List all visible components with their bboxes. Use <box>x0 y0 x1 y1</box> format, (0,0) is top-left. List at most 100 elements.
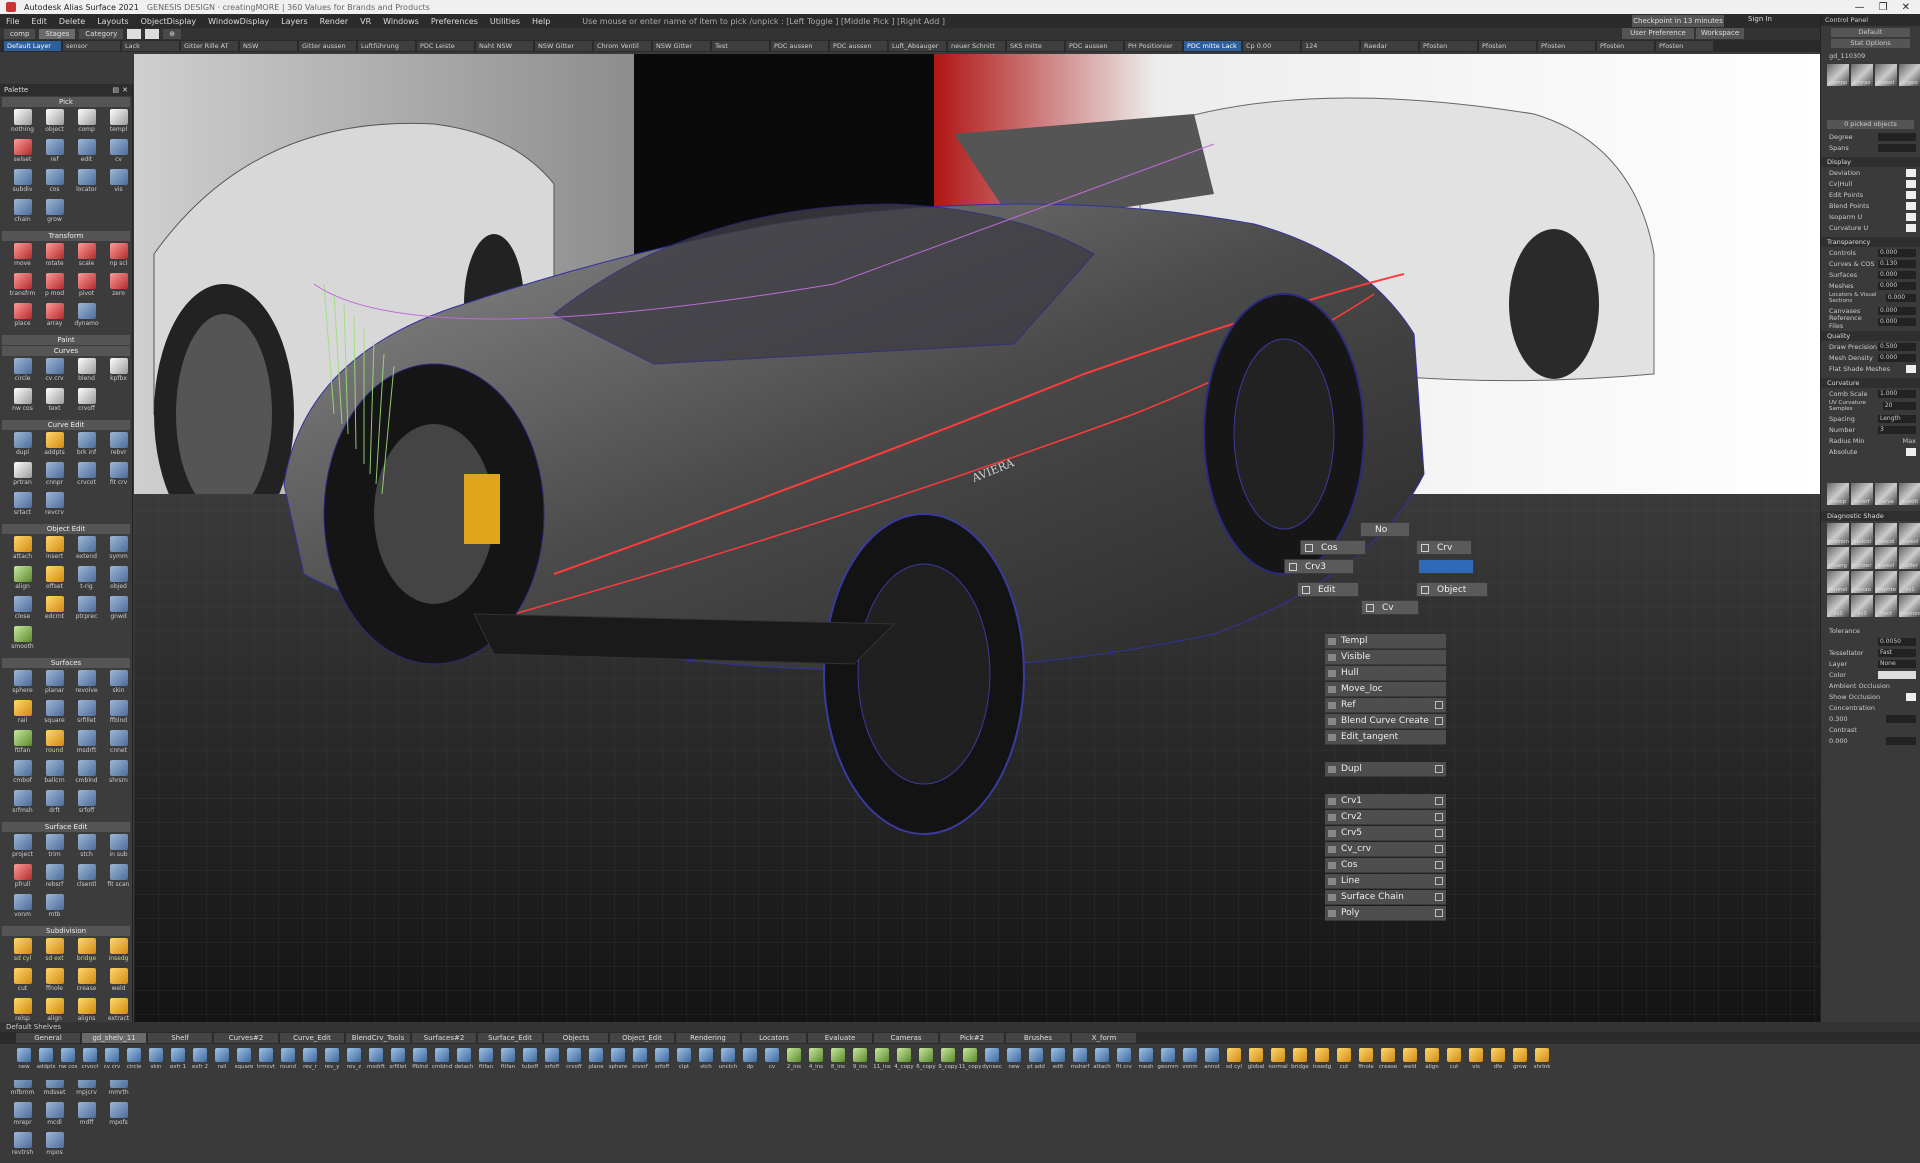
palette-tool[interactable]: ffnole <box>40 968 69 997</box>
menu-item-crv2[interactable]: Crv2 <box>1325 810 1446 825</box>
diag-shade-tool[interactable]: vs3 <box>1851 595 1873 617</box>
locators-field[interactable]: 0.000 <box>1885 294 1916 302</box>
shelf-tab[interactable]: Shelf <box>148 1033 212 1043</box>
color-swatch[interactable] <box>127 29 142 39</box>
diag-tool[interactable]: zfmcp <box>1827 483 1849 505</box>
palette-tool[interactable]: mtb <box>40 894 69 923</box>
layer-item[interactable]: Gitter aussen <box>299 41 356 51</box>
shelf-tool[interactable]: 11_ins <box>872 1044 892 1078</box>
shelf-tab[interactable]: Object_Edit <box>610 1033 674 1043</box>
palette-tool[interactable]: gnwd <box>104 596 133 625</box>
menu-item-surface-chain[interactable]: Surface Chain <box>1325 890 1446 905</box>
shelf-tool[interactable]: shrink <box>1532 1044 1552 1078</box>
palette-tool[interactable]: array <box>40 303 69 332</box>
tessellator-dropdown[interactable]: Fast <box>1878 648 1916 657</box>
layer-dropdown[interactable]: None <box>1878 659 1916 668</box>
shelf-tool[interactable]: rail <box>212 1044 232 1078</box>
layer-item[interactable]: Luft_Absauger <box>889 41 946 51</box>
shelf-tool[interactable]: vonm <box>1180 1044 1200 1078</box>
palette-tool[interactable]: revolve <box>72 670 101 699</box>
palette-tool[interactable]: project <box>8 834 37 863</box>
show-occlusion-checkbox[interactable] <box>1906 692 1916 701</box>
diag-shade-tool[interactable]: hunnel <box>1827 571 1849 593</box>
palette-tool[interactable]: align <box>8 566 37 595</box>
menu-item-visible[interactable]: Visible <box>1325 650 1446 665</box>
palette-tool[interactable]: dynamo <box>72 303 101 332</box>
color-slider[interactable] <box>1878 670 1916 679</box>
menu-item-line[interactable]: Line <box>1325 874 1446 889</box>
shelf-tab[interactable]: Curves#2 <box>214 1033 278 1043</box>
workspace-dropdown[interactable]: Workspace <box>1696 28 1744 39</box>
shelf-tool[interactable]: cv crv <box>102 1044 122 1078</box>
shelf-tool[interactable]: 2_ins <box>784 1044 804 1078</box>
menu-item-dupl[interactable]: Dupl <box>1325 762 1446 777</box>
user-preference-sets-dropdown[interactable]: User Preference Sets <box>1622 28 1694 48</box>
shelf-tool[interactable]: cmblnd <box>432 1044 452 1078</box>
absolute-checkbox[interactable] <box>1906 447 1916 456</box>
menu-vr[interactable]: VR <box>360 17 371 26</box>
layer-item[interactable]: sensor <box>63 41 120 51</box>
shelf-tab[interactable]: Objects <box>544 1033 608 1043</box>
spacing-dropdown[interactable]: Length <box>1878 414 1916 423</box>
palette-tool[interactable]: edcrnt <box>40 596 69 625</box>
thumbnail-compp[interactable]: compp <box>1827 64 1849 86</box>
palette-tool[interactable]: nothing <box>8 109 37 138</box>
menu-windows[interactable]: Windows <box>383 17 419 26</box>
menu-item-ref[interactable]: Ref <box>1325 698 1446 713</box>
spans-field[interactable] <box>1878 143 1916 152</box>
shelf-tool[interactable]: new <box>1004 1044 1024 1078</box>
palette-section-header[interactable]: Curves <box>2 346 130 356</box>
palette-tool[interactable]: rail <box>8 700 37 729</box>
menu-item-move-loc[interactable]: Move_loc <box>1325 682 1446 697</box>
diag-shade-tool[interactable]: isoang <box>1827 547 1849 569</box>
palette-tool[interactable]: dupl <box>8 432 37 461</box>
layer-item[interactable]: NSW Gitter <box>653 41 710 51</box>
palette-tool[interactable]: mrepr <box>8 1102 37 1131</box>
shelf-tool[interactable]: 9_ins <box>850 1044 870 1078</box>
menu-delete[interactable]: Delete <box>59 17 85 26</box>
layer-item[interactable]: Lack <box>122 41 179 51</box>
comp-selector[interactable]: comp <box>4 29 36 39</box>
curvature-section-header[interactable]: Curvature <box>1821 378 1920 388</box>
edit-points-checkbox[interactable] <box>1906 190 1916 199</box>
shelf-tool[interactable]: trmcvt <box>256 1044 276 1078</box>
layer-item[interactable]: Pfosten <box>1656 41 1713 51</box>
palette-tool[interactable]: insedg <box>104 938 133 967</box>
palette-tool[interactable]: srtact <box>8 492 37 521</box>
thumbnail-cmras[interactable]: cmras <box>1851 64 1873 86</box>
draw-precision-field[interactable]: 0.500 <box>1878 342 1916 351</box>
palette-tool[interactable]: revtrsh <box>8 1132 37 1161</box>
palette-tool[interactable]: grow <box>40 199 69 228</box>
layer-item[interactable]: PDC Leiste <box>417 41 474 51</box>
marking-menu-object[interactable]: Object <box>1416 582 1488 597</box>
shelf-tool[interactable]: exfr 1 <box>168 1044 188 1078</box>
palette-tool[interactable]: smooth <box>8 626 37 655</box>
isoparm-u-checkbox[interactable] <box>1906 212 1916 221</box>
shelf-tool[interactable]: cut <box>1334 1044 1354 1078</box>
palette-menu-icon[interactable]: ▤ <box>113 84 120 96</box>
palette-tool[interactable]: vis <box>104 169 133 198</box>
palette-tool[interactable]: edit <box>72 139 101 168</box>
shelf-tab[interactable]: X_form <box>1072 1033 1136 1043</box>
shelf-tool[interactable]: mshsrf <box>1070 1044 1090 1078</box>
blend-points-checkbox[interactable] <box>1906 201 1916 210</box>
layer-item[interactable]: NSW <box>240 41 297 51</box>
shelf-tool[interactable]: bridge <box>1290 1044 1310 1078</box>
layer-item[interactable]: Pfosten <box>1420 41 1477 51</box>
shelf-tool[interactable]: plane <box>586 1044 606 1078</box>
shelf-tool[interactable]: circle <box>124 1044 144 1078</box>
palette-tool[interactable]: mpofs <box>104 1102 133 1131</box>
palette-tool[interactable]: comp <box>72 109 101 138</box>
palette-tool[interactable]: zero <box>104 273 133 302</box>
palette-tool[interactable]: round <box>40 730 69 759</box>
layer-item[interactable]: PDC mitte Lack <box>1184 41 1241 51</box>
shelf-tool[interactable]: cut <box>1444 1044 1464 1078</box>
diag-shade-tool[interactable]: surevl <box>1875 547 1897 569</box>
palette-tool[interactable]: crvcot <box>72 462 101 491</box>
palette-tool[interactable]: in sub <box>104 834 133 863</box>
category-dropdown[interactable]: Category <box>79 29 124 39</box>
meshes-field[interactable]: 0.000 <box>1878 281 1916 290</box>
palette-tool[interactable]: cos <box>40 169 69 198</box>
mesh-density-field[interactable]: 0.000 <box>1878 353 1916 362</box>
palette-tool[interactable]: ref <box>40 139 69 168</box>
